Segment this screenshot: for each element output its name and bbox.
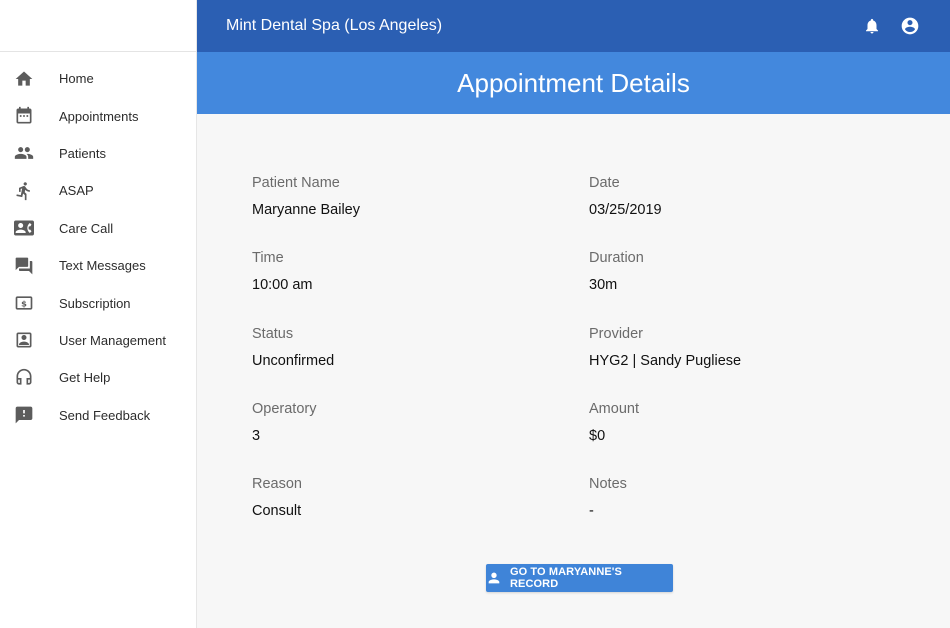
contact-card-icon xyxy=(14,218,34,238)
sidebar-item-label: Get Help xyxy=(59,370,111,386)
home-icon xyxy=(14,69,34,89)
reason-field: Reason Consult xyxy=(252,476,302,519)
sidebar-item-label: Patients xyxy=(59,145,106,161)
go-to-patient-record-button[interactable]: GO TO MARYANNE'S RECORD xyxy=(486,564,673,592)
sidebar-item-label: Text Messages xyxy=(59,258,146,274)
svg-text:$: $ xyxy=(21,298,27,308)
reason-value: Consult xyxy=(252,503,302,519)
provider-label: Provider xyxy=(589,326,643,342)
operatory-label: Operatory xyxy=(252,401,317,417)
sidebar-item-subscription[interactable]: $ Subscription xyxy=(0,284,196,321)
date-field: Date 03/25/2019 xyxy=(589,175,662,218)
sidebar-item-send-feedback[interactable]: Send Feedback xyxy=(0,397,196,434)
operatory-field: Operatory 3 xyxy=(252,401,316,444)
sidebar-item-label: User Management xyxy=(59,332,166,348)
person-icon xyxy=(488,572,500,584)
sidebar-item-label: Home xyxy=(59,71,94,87)
appointment-details-panel: Patient Name Maryanne Bailey Date 03/25/… xyxy=(197,114,950,628)
time-field: Time 10:00 am xyxy=(252,250,312,293)
sidebar-item-care-call[interactable]: Care Call xyxy=(0,210,196,247)
page-title: Appointment Details xyxy=(457,67,690,98)
status-field: Status Unconfirmed xyxy=(252,326,334,369)
sidebar-item-label: ASAP xyxy=(59,183,94,199)
sidebar-item-label: Care Call xyxy=(59,220,114,236)
date-value: 03/25/2019 xyxy=(589,202,662,218)
people-icon xyxy=(14,143,34,163)
running-person-icon xyxy=(14,181,34,201)
sidebar-item-patients[interactable]: Patients xyxy=(0,135,196,172)
record-button-label: GO TO MARYANNE'S RECORD xyxy=(509,566,622,590)
sidebar-item-text-messages[interactable]: Text Messages xyxy=(0,247,196,284)
reason-label: Reason xyxy=(252,476,302,492)
amount-field: Amount $0 xyxy=(589,401,639,444)
patient-name-value: Maryanne Bailey xyxy=(252,202,360,218)
sidebar-item-label: Send Feedback xyxy=(59,407,151,423)
calendar-icon xyxy=(14,106,34,126)
account-circle-icon[interactable] xyxy=(899,15,921,37)
sidebar-item-asap[interactable]: ASAP xyxy=(0,172,196,209)
feedback-icon xyxy=(14,405,34,425)
page-header: Appointment Details xyxy=(197,52,950,114)
headset-icon xyxy=(14,368,34,388)
notes-value: - xyxy=(589,503,594,519)
sidebar-item-label: Appointments xyxy=(59,108,139,124)
date-label: Date xyxy=(589,175,620,191)
time-value: 10:00 am xyxy=(252,277,313,293)
amount-label: Amount xyxy=(589,401,639,417)
notes-label: Notes xyxy=(589,476,627,492)
notes-field: Notes - xyxy=(589,476,627,519)
user-box-icon xyxy=(14,330,34,350)
sidebar-item-label: Subscription xyxy=(59,295,131,311)
top-app-bar: Mint Dental Spa (Los Angeles) xyxy=(197,0,950,52)
bell-icon[interactable] xyxy=(861,15,883,37)
provider-value: HYG2 | Sandy Pugliese xyxy=(589,353,742,369)
patient-name-label: Patient Name xyxy=(252,175,340,191)
app-title: Mint Dental Spa (Los Angeles) xyxy=(226,17,443,34)
sidebar-item-home[interactable]: Home xyxy=(0,60,196,97)
status-label: Status xyxy=(252,326,294,342)
status-value: Unconfirmed xyxy=(252,353,335,369)
amount-value: $0 xyxy=(589,428,606,444)
operatory-value: 3 xyxy=(252,428,261,444)
duration-label: Duration xyxy=(589,250,644,266)
duration-field: Duration 30m xyxy=(589,250,644,293)
sidebar-item-user-management[interactable]: User Management xyxy=(0,322,196,359)
time-label: Time xyxy=(252,250,284,266)
duration-value: 30m xyxy=(589,277,618,293)
sidebar-logo-area xyxy=(0,0,196,52)
sidebar: Home Appointments Patients ASAP Care Cal… xyxy=(0,0,197,628)
patient-name-field: Patient Name Maryanne Bailey xyxy=(252,175,360,218)
sidebar-item-appointments[interactable]: Appointments xyxy=(0,97,196,134)
provider-field: Provider HYG2 | Sandy Pugliese xyxy=(589,326,741,369)
sidebar-nav: Home Appointments Patients ASAP Care Cal… xyxy=(0,52,196,434)
chat-bubbles-icon xyxy=(14,256,34,276)
dollar-card-icon: $ xyxy=(14,293,34,313)
sidebar-item-get-help[interactable]: Get Help xyxy=(0,359,196,396)
